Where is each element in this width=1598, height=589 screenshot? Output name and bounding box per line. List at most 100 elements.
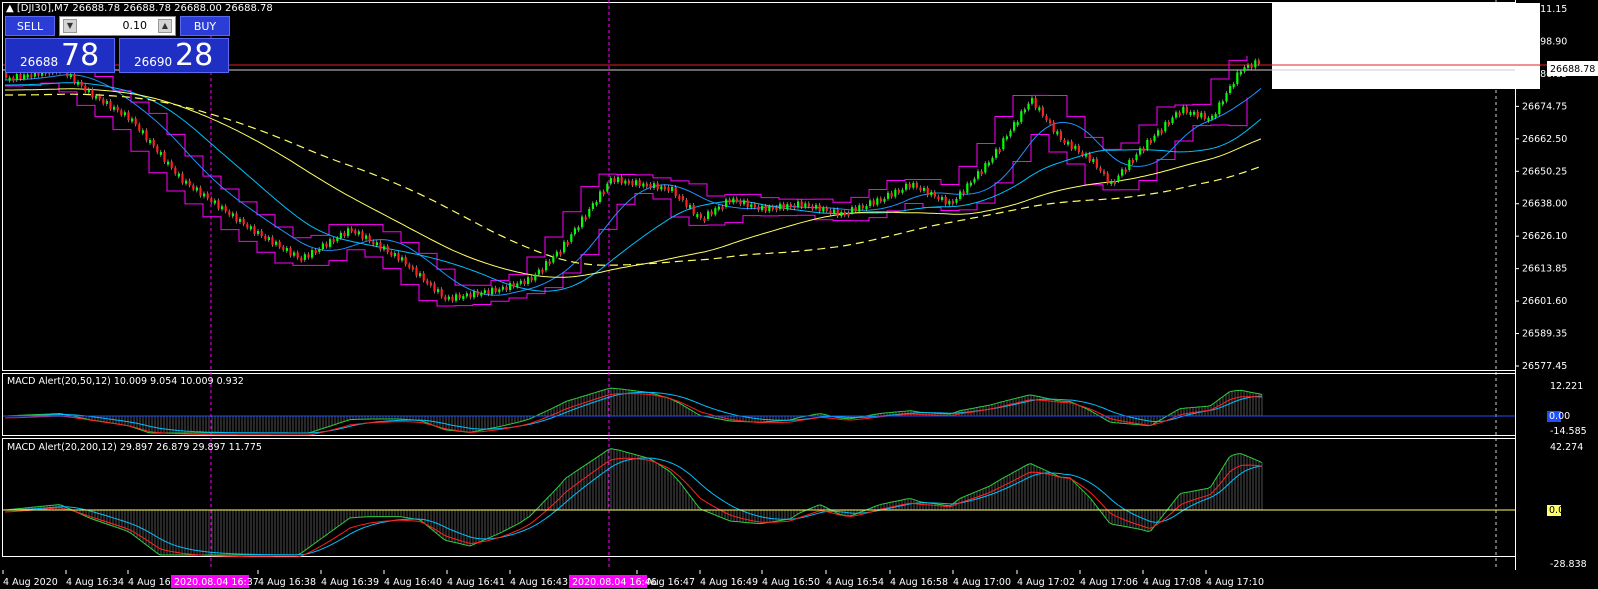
candle-body <box>138 124 141 131</box>
candle-body <box>721 206 724 210</box>
candle-body <box>498 289 501 293</box>
candle-body <box>919 187 922 191</box>
candle-body <box>1218 102 1221 115</box>
macd-signal-line <box>5 391 1263 434</box>
candle-body <box>786 204 789 209</box>
candle-body <box>1099 167 1102 172</box>
candle-body <box>1203 112 1206 119</box>
candle-body <box>833 209 836 214</box>
candle-body <box>851 207 854 213</box>
lot-increase-icon[interactable]: ▲ <box>158 19 172 33</box>
candle-body <box>347 228 350 236</box>
macd2-axis-max: 42.274 <box>1550 442 1583 453</box>
candle-body <box>1110 181 1113 185</box>
candle-body <box>969 182 972 186</box>
price-axis-label: 26601.60 <box>1522 296 1567 307</box>
white-rectangle-object[interactable] <box>1272 3 1540 89</box>
candle-body <box>530 277 533 281</box>
candle-body <box>861 205 864 209</box>
candle-body <box>174 167 177 174</box>
time-axis-label: 4 Aug 16:39 <box>321 577 379 588</box>
price-axis-label: 26674.75 <box>1522 101 1567 112</box>
candle-body <box>912 182 915 188</box>
candle-body <box>869 200 872 207</box>
chart-canvas[interactable]: ▲ [DJI30],M7 26688.78 26688.78 26688.00 … <box>0 0 1598 589</box>
current-price-label: 26688.78 <box>1550 64 1595 75</box>
candle-body <box>156 146 159 153</box>
candle-body <box>797 201 800 207</box>
candle-body <box>1016 122 1019 126</box>
time-axis-label: 4 Aug 17:02 <box>1017 577 1075 588</box>
candle-body <box>1085 153 1088 157</box>
candle-body <box>577 227 580 231</box>
candle-body <box>527 277 530 284</box>
candle-body <box>293 252 296 256</box>
candle-body <box>1139 148 1142 155</box>
candle-body <box>955 199 958 203</box>
time-axis-label: 4 Aug 16:41 <box>447 577 505 588</box>
candle-body <box>390 252 393 256</box>
candle-body <box>923 187 926 191</box>
candle-body <box>728 199 731 203</box>
candle-body <box>649 183 652 189</box>
sell-button[interactable]: SELL <box>5 16 55 36</box>
candle-body <box>15 74 18 81</box>
candle-body <box>1041 107 1044 116</box>
candle-body <box>735 198 738 202</box>
candle-body <box>879 198 882 202</box>
candle-body <box>1157 130 1160 136</box>
time-axis-label: 4 Aug 16:54 <box>826 577 884 588</box>
candle-body <box>195 187 198 191</box>
buy-button[interactable]: BUY <box>180 16 230 36</box>
macd1-axis-zero: 0.00 <box>1549 411 1570 422</box>
ohlc-values: 26688.78 26688.78 26688.00 26688.78 <box>72 3 272 14</box>
candle-body <box>1023 109 1026 113</box>
candle-body <box>1254 60 1257 68</box>
candle-body <box>120 110 123 115</box>
candle-body <box>285 247 288 251</box>
candle-body <box>480 292 483 296</box>
candle-body <box>843 212 846 216</box>
candle-body <box>512 283 515 287</box>
candle-body <box>707 211 710 219</box>
candle-body <box>725 199 728 207</box>
candle-body <box>516 283 519 287</box>
candle-body <box>271 237 274 245</box>
symbol-header: ▲ [DJI30],M7 26688.78 26688.78 26688.00 … <box>6 3 273 14</box>
crosshair-time-label-1: 2020.08.04 16:37 <box>174 577 259 588</box>
candle-body <box>897 189 900 193</box>
candle-body <box>1211 115 1214 119</box>
candle-body <box>1027 103 1030 110</box>
candle-body <box>1045 115 1048 121</box>
candle-body <box>613 178 616 183</box>
lot-size-field[interactable]: ▼ 0.10 ▲ <box>59 16 176 36</box>
sell-price-box[interactable]: 26688 78 <box>5 38 115 73</box>
buy-price-box[interactable]: 26690 28 <box>119 38 229 73</box>
candle-body <box>1131 159 1134 163</box>
candle-body <box>303 254 306 260</box>
candle-body <box>631 180 634 186</box>
candle-body <box>163 151 166 162</box>
candle-body <box>1221 101 1224 105</box>
lot-decrease-icon[interactable]: ▼ <box>63 19 77 33</box>
price-axis-label: 26577.45 <box>1522 361 1567 372</box>
candle-body <box>1239 71 1242 75</box>
candle-body <box>95 95 98 99</box>
candle-body <box>321 243 324 250</box>
macd1-axis-min: -14.585 <box>1550 426 1587 437</box>
candle-body <box>775 207 778 211</box>
candle-body <box>289 247 292 256</box>
candle-body <box>1232 84 1235 88</box>
candle-body <box>836 209 839 217</box>
candle-body <box>210 198 213 203</box>
candle-body <box>930 191 933 196</box>
candle-body <box>444 296 447 300</box>
candle-body <box>977 171 980 179</box>
candle-body <box>1117 175 1120 182</box>
price-axis-label: 26711.15 <box>1522 4 1567 15</box>
candle-body <box>746 200 749 208</box>
candle-body <box>1182 106 1185 114</box>
candle-body <box>570 234 573 242</box>
candle-body <box>696 214 699 218</box>
candle-body <box>757 206 760 211</box>
